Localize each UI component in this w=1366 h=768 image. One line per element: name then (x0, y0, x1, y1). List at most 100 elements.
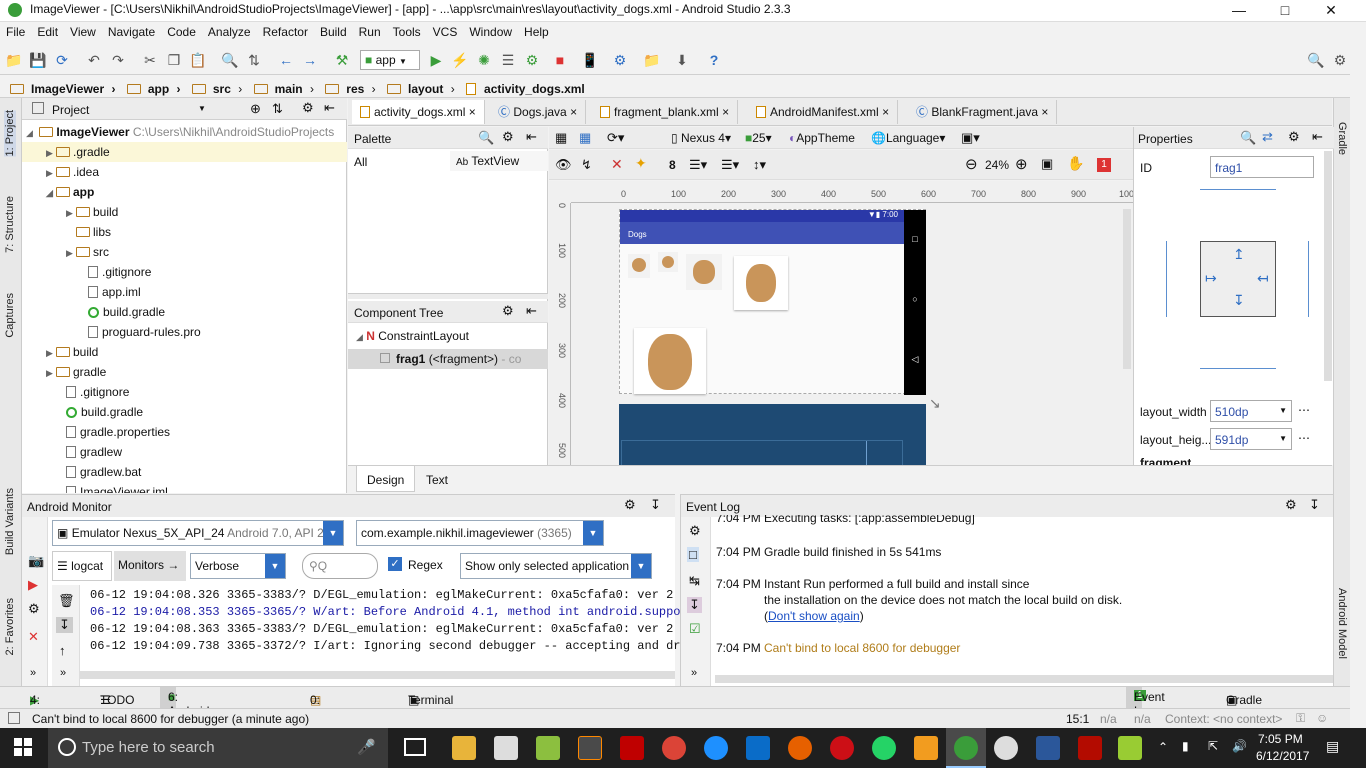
sdk-manager-icon[interactable]: ⬇ (672, 50, 692, 70)
settings-icon[interactable]: ⚙ (1330, 50, 1350, 70)
stop-icon[interactable]: ■ (550, 50, 570, 70)
dog-image[interactable] (734, 256, 788, 310)
tool-project[interactable]: 1: Project (4, 110, 16, 157)
firefox-icon[interactable] (788, 736, 812, 760)
terminate-icon[interactable]: ✕ (28, 629, 39, 645)
tree-item[interactable]: proguard-rules.pro (88, 322, 201, 342)
menu-run[interactable]: Run (353, 22, 387, 39)
menu-window[interactable]: Window (463, 22, 518, 39)
tool-gradle[interactable]: Gradle (1336, 122, 1348, 155)
system-info-icon[interactable]: ⚙ (28, 601, 40, 617)
opera-icon[interactable] (830, 736, 854, 760)
chrome-icon[interactable] (662, 736, 686, 760)
more-icon[interactable]: » (691, 667, 697, 679)
tree-item[interactable]: build.gradle (66, 402, 143, 422)
menu-build[interactable]: Build (314, 22, 353, 39)
trash-icon[interactable]: 🗑 (58, 593, 75, 609)
gear-icon[interactable]: ⚙ (1288, 129, 1300, 145)
tree-item[interactable]: .gitignore (88, 262, 151, 282)
apply-changes-icon[interactable]: ⚡ (450, 50, 470, 70)
cursor-position[interactable]: 15:1 (1066, 712, 1089, 726)
maximize-button[interactable]: □ (1262, 0, 1308, 22)
debug-icon[interactable]: ✺ (474, 50, 494, 70)
device-select[interactable]: ▯ Nexus 4▾ (671, 131, 731, 145)
more-icon[interactable]: » (60, 667, 66, 679)
windows-start-icon[interactable] (14, 738, 32, 756)
autoconnect-icon[interactable]: ↯ (581, 157, 592, 173)
tab-design[interactable]: Design (356, 466, 416, 492)
search-icon[interactable]: 🔍 (1240, 130, 1256, 146)
show-constraints-icon[interactable]: 👁 (555, 157, 572, 173)
log-level-select[interactable]: Verbose ▼ (190, 553, 286, 579)
clear-all-icon[interactable]: ↧ (687, 597, 702, 613)
tool-captures[interactable]: Captures (4, 293, 16, 338)
run-icon[interactable]: ▶ (426, 50, 446, 70)
tab-text[interactable]: Text (418, 473, 456, 487)
more-icon[interactable]: » (30, 667, 36, 679)
menu-help[interactable]: Help (518, 22, 555, 39)
mark-read-icon[interactable]: ☑ (689, 621, 701, 637)
encoding[interactable]: n/a (1134, 712, 1151, 726)
device-select[interactable]: ▣ Emulator Nexus_5X_API_24 Android 7.0, … (52, 520, 344, 546)
paste-icon[interactable]: 📋 (188, 50, 208, 70)
profile-icon[interactable]: ☰ (498, 50, 518, 70)
guidelines-icon[interactable]: ↕▾ (753, 157, 766, 173)
horizontal-size-icon[interactable]: ↦ (1205, 270, 1217, 287)
tree-item[interactable]: gradlew.bat (66, 462, 141, 482)
line-separator[interactable]: n/a (1100, 712, 1117, 726)
tool-android-monitor[interactable]: ■ 6: Android Monitor (160, 687, 209, 732)
chevron-down-icon[interactable]: ▼ (198, 104, 206, 113)
word-icon[interactable] (1036, 736, 1060, 760)
default-margin[interactable]: 8 (669, 158, 676, 172)
tab-android-manifest[interactable]: AndroidManifest.xml × (748, 100, 899, 124)
redo-icon[interactable]: ↷ (108, 50, 128, 70)
more-icon[interactable]: ⋯ (1298, 403, 1310, 417)
tool-android-model[interactable]: Android Model (1336, 588, 1348, 659)
tree-item[interactable]: ▶ build (66, 202, 118, 222)
menu-navigate[interactable]: Navigate (102, 22, 161, 39)
tree-item[interactable]: ▶ build (46, 342, 98, 362)
blueprint-view-icon[interactable]: ▦ (579, 130, 591, 146)
clock-time[interactable]: 7:05 PM (1258, 732, 1303, 746)
slack-icon[interactable] (994, 736, 1018, 760)
show-hidden-icons[interactable]: ⌃ (1158, 740, 1168, 754)
replace-icon[interactable]: ⇅ (244, 50, 264, 70)
warnings-badge[interactable]: 1 (1097, 158, 1111, 172)
zoom-to-fit-icon[interactable]: ▣ (1041, 156, 1053, 172)
log-search-input[interactable]: ⚲Q (302, 553, 378, 579)
process-select[interactable]: com.example.nikhil.imageviewer (3365) ▼ (356, 520, 604, 546)
up-icon[interactable]: ↑ (59, 643, 66, 658)
hide-panel-icon[interactable]: ⇤ (1312, 129, 1323, 145)
tab-dogs-java[interactable]: Ⓒ Dogs.java × (490, 100, 587, 124)
dog-image[interactable] (686, 254, 722, 290)
find-icon[interactable]: 🔍 (220, 50, 240, 70)
dog-image[interactable] (658, 252, 678, 272)
task-view-icon[interactable] (404, 738, 426, 756)
wrap-icon[interactable]: ↹ (689, 573, 700, 589)
logcat-tab[interactable]: ☰ logcat (52, 551, 112, 581)
layout-width-select[interactable]: 510dp ▼ (1210, 400, 1292, 422)
hide-panel-icon[interactable]: ↧ (1309, 497, 1320, 513)
blueprint-preview[interactable] (619, 404, 926, 465)
tab-blank-fragment[interactable]: Ⓒ BlankFragment.java × (908, 100, 1058, 124)
taskbar-search[interactable]: Type here to search 🎤 (48, 728, 388, 768)
zoom-out-icon[interactable]: ⊖ (965, 155, 978, 173)
tree-root[interactable]: ◢ ImageViewer C:\Users\Nikhil\AndroidStu… (26, 122, 334, 142)
regex-checkbox[interactable]: ✓ (388, 557, 402, 571)
layout-height-select[interactable]: 591dp ▼ (1210, 428, 1292, 450)
gear-icon[interactable]: ⚙ (502, 303, 514, 319)
resize-handle-icon[interactable]: ↘ (929, 395, 941, 412)
hide-panel-icon[interactable]: ⇤ (526, 129, 537, 145)
tool-build-variants[interactable]: Build Variants (4, 488, 16, 555)
layout-variants-icon[interactable]: ▣▾ (961, 130, 980, 146)
screenshot-icon[interactable]: 📷 (28, 553, 44, 569)
more-icon[interactable]: ⋯ (1298, 431, 1310, 445)
project-view-select[interactable]: Project (52, 103, 89, 117)
gear-icon[interactable]: ⚙ (1285, 497, 1297, 513)
tree-item[interactable]: .gitignore (66, 382, 129, 402)
microphone-icon[interactable]: 🎤 (357, 738, 376, 756)
save-icon[interactable]: 💾 (28, 50, 48, 70)
menu-edit[interactable]: Edit (31, 22, 64, 39)
toggle-view-icon[interactable]: ⇄ (1262, 129, 1273, 145)
tool-structure[interactable]: 7: Structure (4, 196, 16, 253)
